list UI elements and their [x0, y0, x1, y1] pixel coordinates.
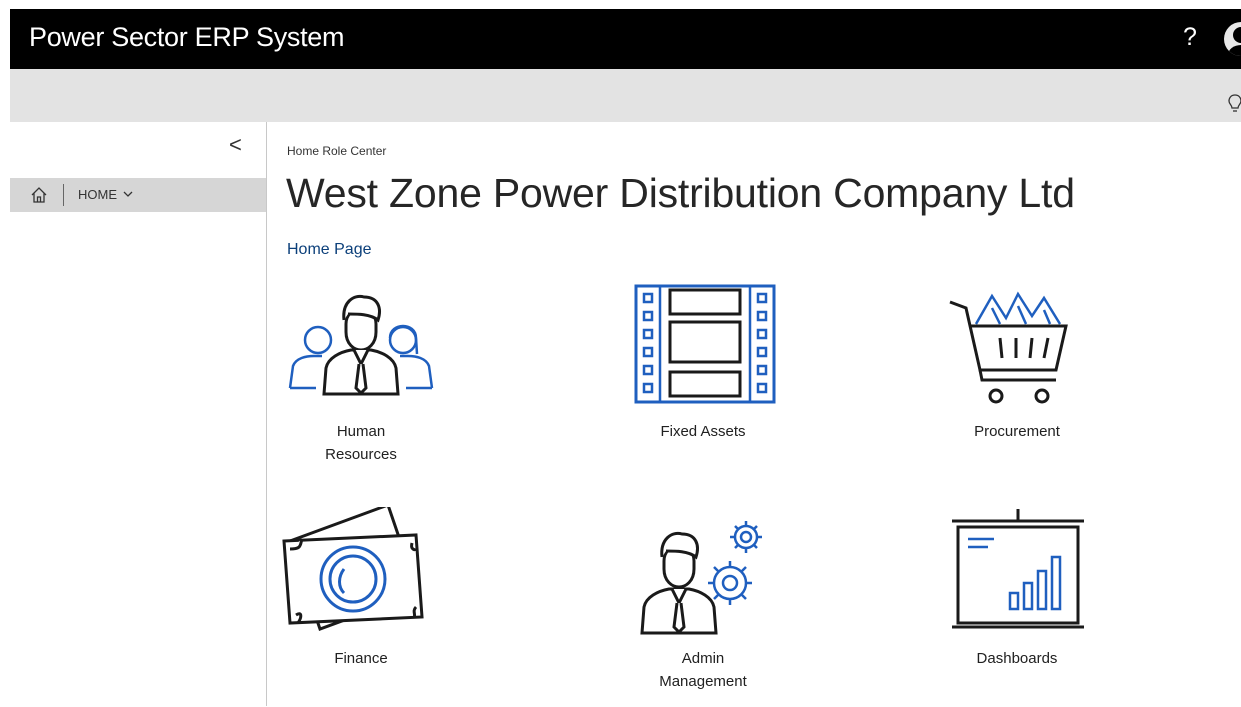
app-title: Power Sector ERP System	[29, 22, 345, 52]
home-page-link[interactable]: Home Page	[287, 241, 372, 259]
tile-label: Dashboards	[976, 650, 1058, 667]
home-icon	[31, 187, 47, 203]
admin-gears-icon	[640, 521, 762, 635]
tile-label: Procurement	[974, 423, 1060, 440]
tile-procurement[interactable]: Procurement	[922, 280, 1112, 480]
tile-label: Human Resources	[325, 423, 397, 463]
collapse-sidebar-button[interactable]: <	[229, 132, 242, 158]
tile-admin-management[interactable]: Admin Management	[608, 507, 798, 707]
app-header: Power Sector ERP System ?	[10, 9, 1241, 69]
tile-human-resources[interactable]: Human Resources	[266, 280, 456, 480]
tile-label: Finance	[334, 650, 388, 667]
tile-dashboards[interactable]: Dashboards	[922, 507, 1112, 707]
tile-fixed-assets[interactable]: Fixed Assets	[608, 280, 798, 480]
help-button[interactable]: ?	[1183, 23, 1197, 52]
sidebar-item-home[interactable]: HOME	[10, 178, 266, 212]
breadcrumb: Home Role Center	[287, 144, 387, 158]
action-bar	[10, 69, 1241, 122]
tile-finance[interactable]: Finance	[266, 507, 456, 707]
human-resources-icon	[288, 294, 434, 396]
divider	[63, 184, 64, 206]
tile-label: Fixed Assets	[660, 423, 746, 440]
banknote-icon	[282, 507, 424, 631]
sidebar-item-label: HOME	[78, 187, 117, 202]
user-avatar-icon[interactable]	[1224, 22, 1241, 56]
chevron-down-icon	[123, 191, 133, 197]
shopping-cart-icon	[949, 291, 1068, 404]
dashboard-chart-icon	[952, 509, 1084, 629]
lightbulb-icon[interactable]	[1228, 94, 1241, 114]
page-title: West Zone Power Distribution Company Ltd	[286, 170, 1075, 216]
fixed-assets-icon	[634, 284, 776, 404]
tile-label: Admin Management	[659, 650, 747, 690]
sidebar: < HOME	[10, 122, 267, 706]
main-content: Home Role Center West Zone Power Distrib…	[266, 122, 1241, 706]
